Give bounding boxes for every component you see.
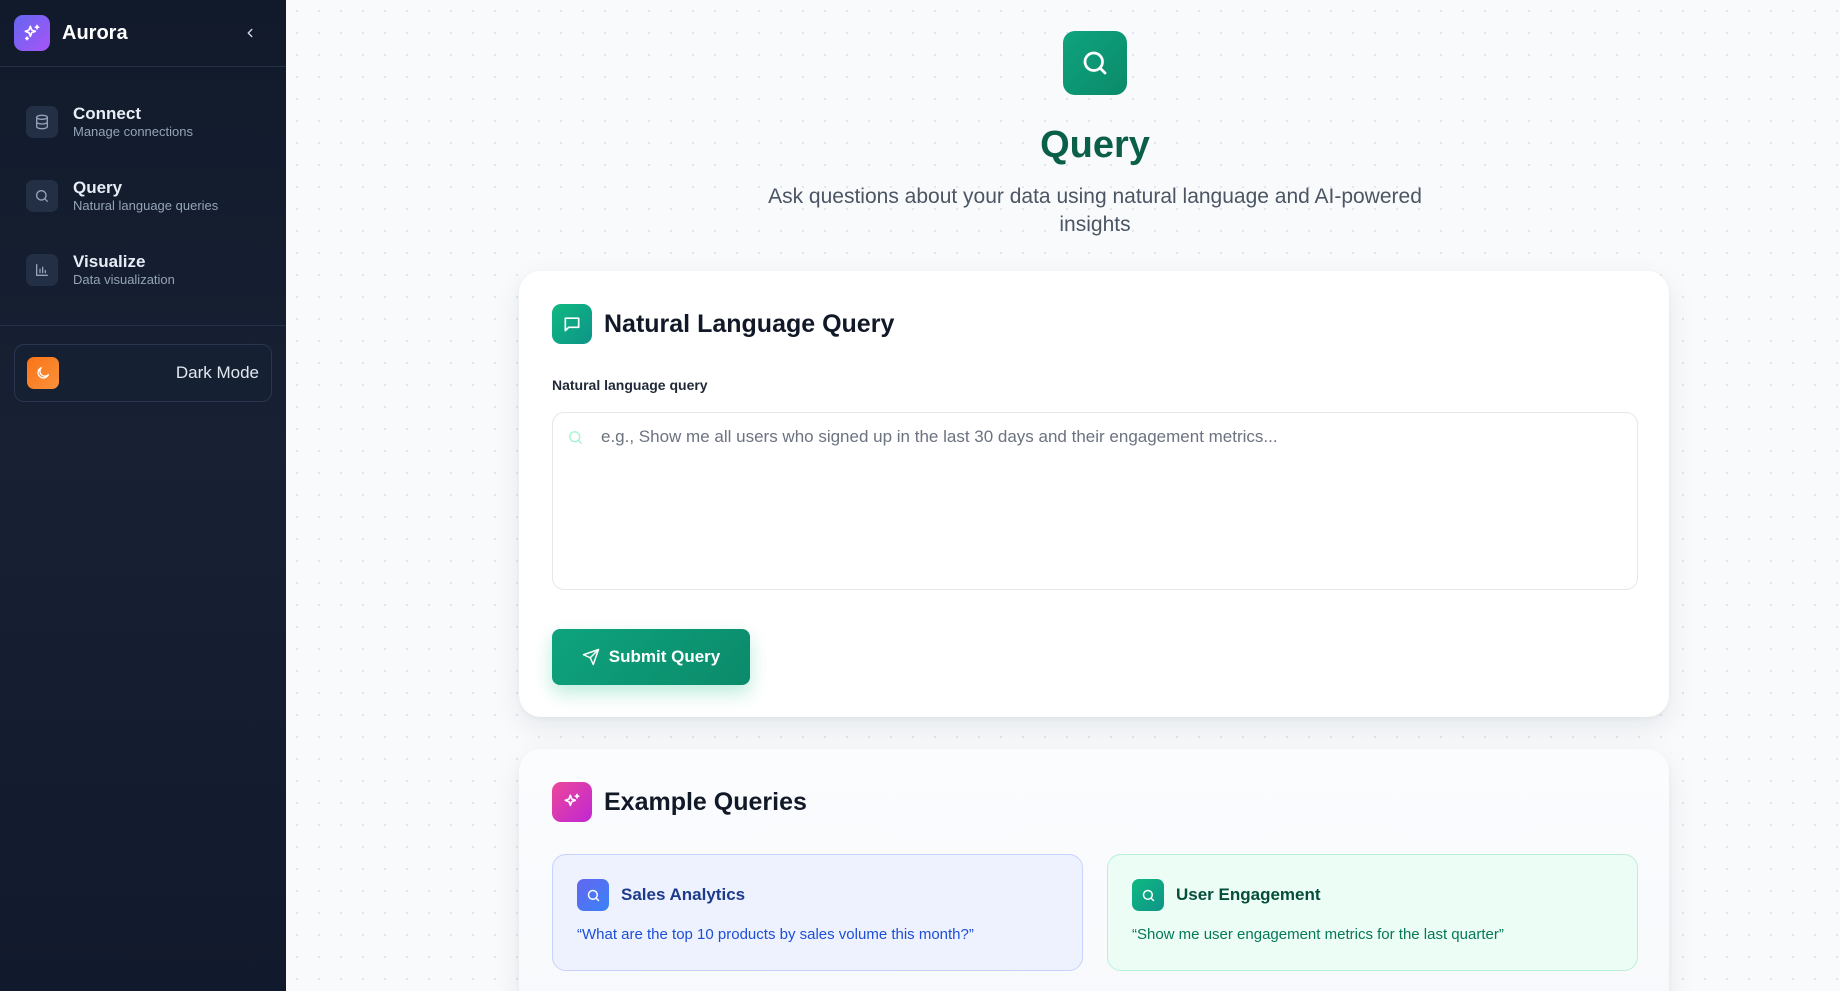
- sparkles-logo-icon: [14, 15, 50, 51]
- send-icon: [582, 648, 600, 666]
- sidebar-divider: [0, 325, 286, 326]
- sidebar-item-label: Query: [73, 178, 123, 197]
- sidebar-item-connect[interactable]: Connect Manage connections: [14, 85, 272, 159]
- query-input[interactable]: [601, 427, 1623, 575]
- sidebar-nav: Connect Manage connections Query Natural…: [0, 67, 286, 307]
- example-title: Sales Analytics: [621, 885, 746, 904]
- search-icon: [1063, 31, 1127, 95]
- search-icon: [567, 429, 584, 451]
- main-content: Query Ask questions about your data usin…: [286, 0, 1840, 991]
- sidebar-item-sub: Manage connections: [73, 124, 193, 139]
- examples-card-title: Example Queries: [604, 787, 807, 816]
- search-icon: [1132, 879, 1164, 911]
- sidebar-item-label: Connect: [73, 104, 141, 123]
- example-title: User Engagement: [1176, 885, 1321, 904]
- sidebar-item-visualize[interactable]: Visualize Data visualization: [14, 233, 272, 307]
- page-subtitle: Ask questions about your data using natu…: [768, 185, 1422, 236]
- submit-query-button[interactable]: Submit Query: [552, 629, 750, 685]
- sidebar: Aurora Connect Manage connections Query …: [0, 0, 286, 991]
- collapse-sidebar-button[interactable]: [240, 23, 260, 43]
- brand-header: Aurora: [0, 0, 286, 67]
- sidebar-item-label: Visualize: [73, 252, 146, 271]
- app-name: Aurora: [62, 21, 128, 44]
- query-card-title: Natural Language Query: [604, 309, 895, 338]
- example-text: “Show me user engagement metrics for the…: [1132, 926, 1504, 943]
- sidebar-item-query[interactable]: Query Natural language queries: [14, 159, 272, 233]
- example-query-sales[interactable]: Sales Analytics “What are the top 10 pro…: [552, 854, 1083, 971]
- moon-icon: [27, 357, 59, 389]
- examples-card: Example Queries Sales Analytics “What ar…: [519, 749, 1669, 991]
- chevron-left-icon: [247, 28, 253, 38]
- query-card: Natural Language Query Natural language …: [519, 271, 1669, 717]
- sidebar-item-sub: Data visualization: [73, 272, 175, 287]
- message-square-icon: [552, 304, 592, 344]
- database-icon: [26, 106, 58, 138]
- bar-chart-icon: [26, 254, 58, 286]
- sidebar-item-sub: Natural language queries: [73, 198, 219, 213]
- page-title: Query: [1040, 124, 1150, 166]
- sparkles-icon: [552, 782, 592, 822]
- dark-mode-label: Dark Mode: [175, 363, 259, 382]
- search-icon: [26, 180, 58, 212]
- example-query-engagement[interactable]: User Engagement “Show me user engagement…: [1107, 854, 1638, 971]
- dark-mode-toggle[interactable]: Dark Mode: [14, 344, 272, 402]
- submit-query-label: Submit Query: [608, 647, 721, 666]
- query-field-label: Natural language query: [552, 377, 708, 393]
- example-text: “What are the top 10 products by sales v…: [577, 926, 974, 943]
- search-icon: [577, 879, 609, 911]
- query-input-wrapper: [552, 412, 1638, 590]
